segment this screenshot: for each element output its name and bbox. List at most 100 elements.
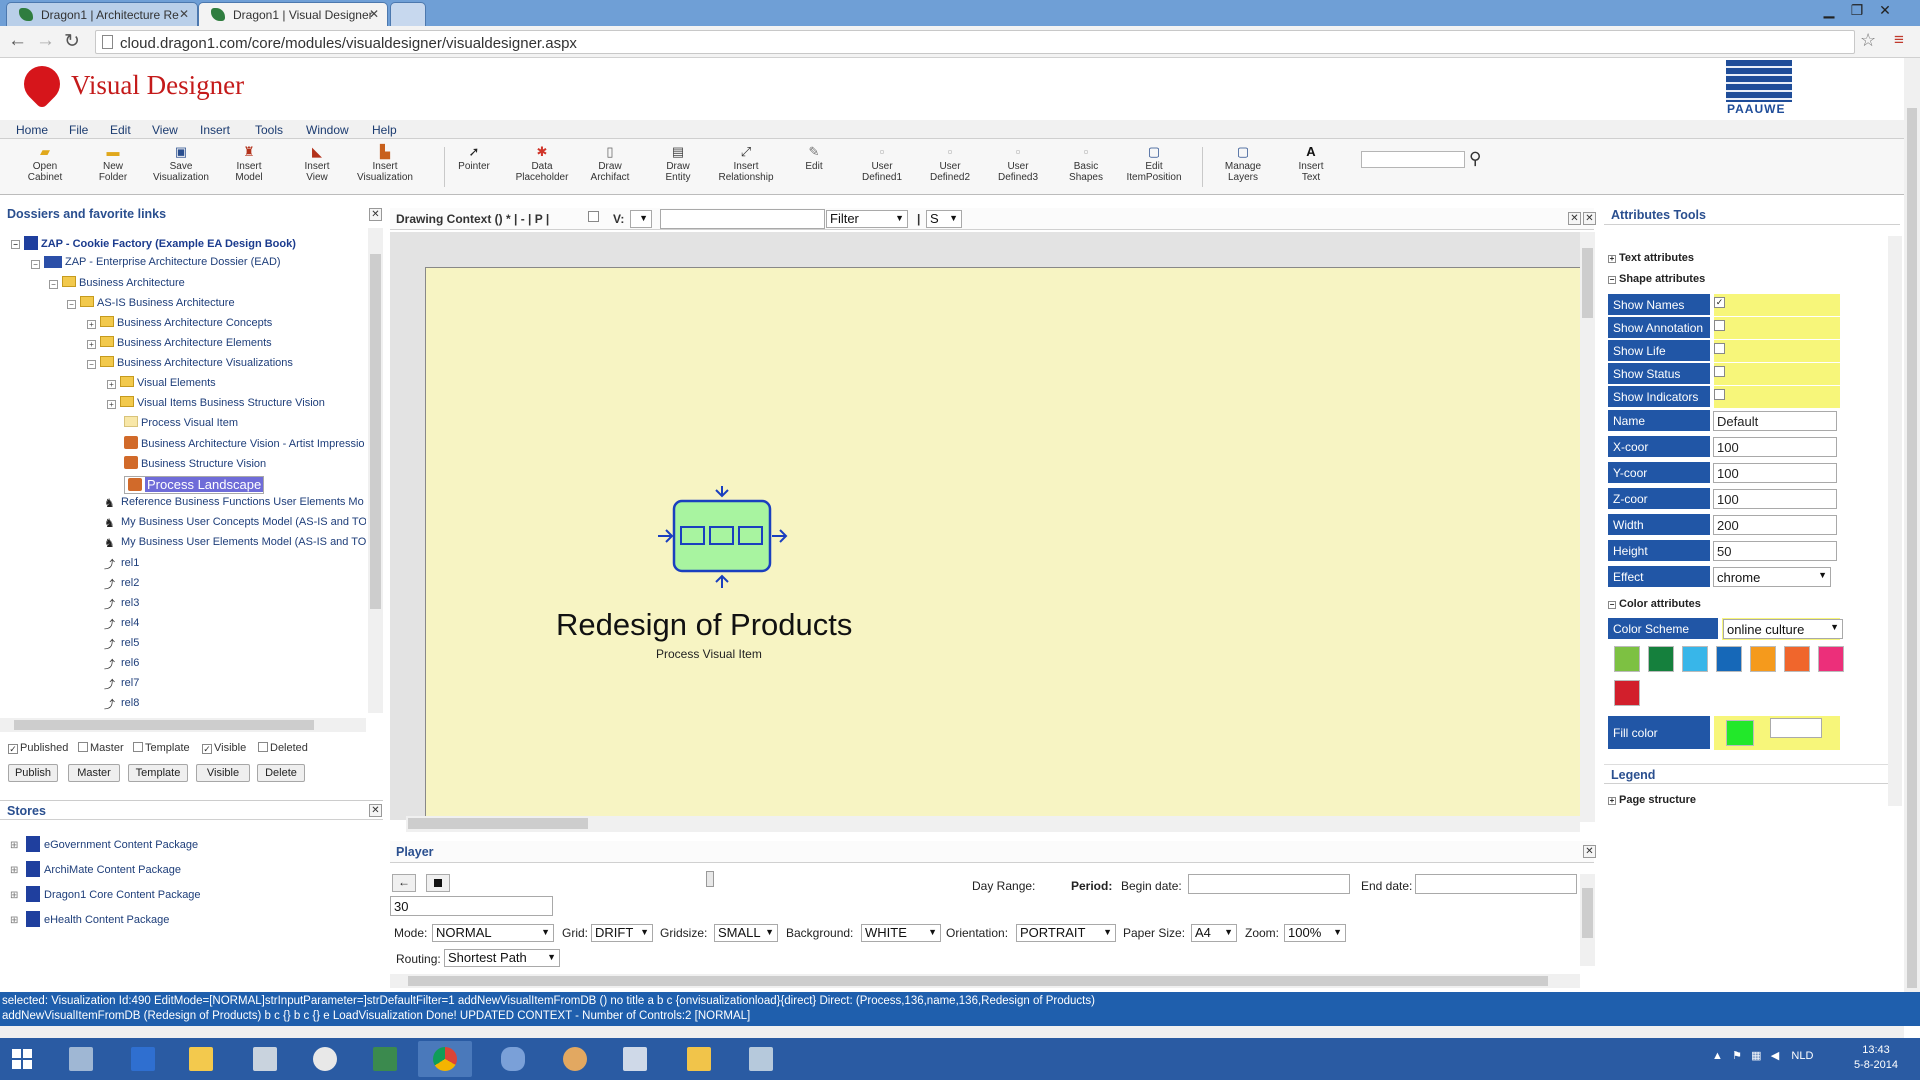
tree-item[interactable]: ⤴ rel4 [104,616,139,634]
back-button[interactable]: ← [392,874,416,892]
fill-color-input[interactable] [1770,718,1822,738]
insert-visualization-button[interactable]: ▙ Insert Visualization [354,141,416,184]
show-status-checkbox[interactable] [1714,366,1725,377]
user-defined3-button[interactable]: ▫ User Defined3 [987,141,1049,184]
scroll-thumb[interactable] [408,976,1548,986]
tree-item[interactable]: ⤴ rel6 [104,656,139,674]
pointer-button[interactable]: ➚ Pointer [443,141,505,173]
begin-date-input[interactable] [1188,874,1350,894]
attributes-scrollbar[interactable] [1888,236,1902,806]
tree-item-selected[interactable]: Process Landscape [124,476,265,494]
visible-checkbox[interactable]: ✓ Visible [202,742,246,754]
tree-vertical-scrollbar[interactable] [368,228,383,713]
collapse-toggle[interactable]: − [87,360,96,369]
show-life-checkbox[interactable] [1714,343,1725,354]
flag-icon[interactable]: ⚑ [1732,1050,1742,1062]
store-item[interactable]: eGovernment Content Package [26,836,198,854]
expand-toggle[interactable]: + [87,340,96,349]
manage-layers-button[interactable]: ▢ Manage Layers [1212,141,1274,184]
grid-select[interactable]: DRIFT ▼ [591,924,653,942]
scroll-thumb[interactable] [370,254,381,609]
tree-item[interactable]: Process Visual Item [124,416,238,434]
y-coor-input[interactable]: 100 [1713,463,1837,483]
data-placeholder-button[interactable]: ✱ Data Placeholder [511,141,573,184]
visual-item-name[interactable]: Redesign of Products [556,607,852,643]
close-icon[interactable]: ✕ [369,804,382,817]
tree-item[interactable]: − Business Architecture [49,276,185,294]
insert-model-button[interactable]: ♜ Insert Model [218,141,280,184]
timeline-slider-handle[interactable] [706,871,714,887]
tree-item[interactable]: ⤴ rel3 [104,596,139,614]
close-window-icon[interactable]: ✕ [1874,2,1896,19]
published-checkbox[interactable]: ✓ Published [8,742,68,754]
open-cabinet-button[interactable]: ▰ Open Cabinet [14,141,76,184]
insert-text-button[interactable]: A Insert Text [1280,141,1342,184]
tree-item[interactable]: + Business Architecture Elements [87,336,272,354]
expand-toggle[interactable]: ⊞ [10,890,18,901]
browser-tab-architecture[interactable]: Dragon1 | Architecture Re ✕ [6,2,198,26]
taskbar-app[interactable] [54,1041,108,1077]
taskbar-app[interactable] [486,1041,540,1077]
scroll-thumb[interactable] [1582,888,1593,938]
s-select[interactable]: S ▼ [926,210,962,228]
store-item[interactable]: eHealth Content Package [26,911,169,929]
network-icon[interactable]: ▦ [1751,1050,1761,1062]
user-defined1-button[interactable]: ▫ User Defined1 [851,141,913,184]
tree-item[interactable]: ⤴ rel2 [104,576,139,594]
master-button[interactable]: Master [68,764,120,782]
taskbar-chrome[interactable] [418,1041,472,1077]
context-checkbox[interactable] [588,211,599,222]
new-folder-button[interactable]: ▬ New Folder [82,141,144,184]
color-swatch[interactable] [1716,646,1742,672]
insert-relationship-button[interactable]: ⤢ Insert Relationship [715,141,777,184]
template-checkbox[interactable]: Template [133,742,190,754]
day-range-input[interactable]: 30 [390,896,553,916]
player-vertical-scrollbar[interactable] [1580,874,1595,966]
volume-icon[interactable]: ◀ [1771,1050,1779,1062]
shape-attributes-section[interactable]: − Shape attributes [1608,273,1705,285]
orientation-select[interactable]: PORTRAIT ▼ [1016,924,1116,942]
minimize-icon[interactable]: ▁ [1818,2,1840,19]
color-swatch[interactable] [1682,646,1708,672]
menu-help[interactable]: Help [372,123,397,137]
deleted-checkbox[interactable]: Deleted [258,742,308,754]
close-icon[interactable]: ✕ [1583,212,1596,225]
fill-color-swatch[interactable] [1726,720,1754,746]
menu-tools[interactable]: Tools [255,123,283,137]
tree-item[interactable]: ⤴ rel8 [104,696,139,714]
expand-toggle[interactable]: ⊞ [10,840,18,851]
tree-item[interactable]: + Business Architecture Concepts [87,316,272,334]
background-select[interactable]: WHITE ▼ [861,924,941,942]
tree-item[interactable]: + Visual Elements [107,376,216,394]
menu-window[interactable]: Window [306,123,349,137]
store-item[interactable]: Dragon1 Core Content Package [26,886,201,904]
close-icon[interactable]: ✕ [1583,845,1596,858]
color-swatch[interactable] [1784,646,1810,672]
canvas-horizontal-scrollbar[interactable] [406,816,1580,832]
expand-toggle[interactable]: + [107,400,116,409]
template-button[interactable]: Template [128,764,188,782]
taskbar-app[interactable] [608,1041,662,1077]
tray-up-icon[interactable]: ▲ [1712,1050,1723,1062]
tree-item[interactable]: + Visual Items Business Structure Vision [107,396,325,414]
scroll-thumb[interactable] [14,720,314,730]
menu-edit[interactable]: Edit [110,123,131,137]
color-swatch[interactable] [1648,646,1674,672]
routing-select[interactable]: Shortest Path ▼ [444,949,560,967]
basic-shapes-button[interactable]: ▫ Basic Shapes [1055,141,1117,184]
filter-select[interactable]: Filter ▼ [826,210,908,228]
tree-item[interactable]: Business Structure Vision [124,456,266,474]
page-structure-section[interactable]: + Page structure [1608,794,1696,806]
publish-button[interactable]: Publish [8,764,58,782]
x-coor-input[interactable]: 100 [1713,437,1837,457]
bookmark-star-icon[interactable]: ☆ [1860,30,1876,51]
collapse-toggle[interactable]: − [11,240,20,249]
menu-file[interactable]: File [69,123,88,137]
url-input[interactable]: cloud.dragon1.com/core/modules/visualdes… [95,30,1855,54]
start-button[interactable] [0,1041,46,1077]
tree-item[interactable]: ♞ My Business User Elements Model (AS-IS … [104,536,366,554]
z-coor-input[interactable]: 100 [1713,489,1837,509]
text-attributes-section[interactable]: + Text attributes [1608,252,1694,264]
color-swatch[interactable] [1750,646,1776,672]
new-tab-button[interactable] [390,2,426,26]
